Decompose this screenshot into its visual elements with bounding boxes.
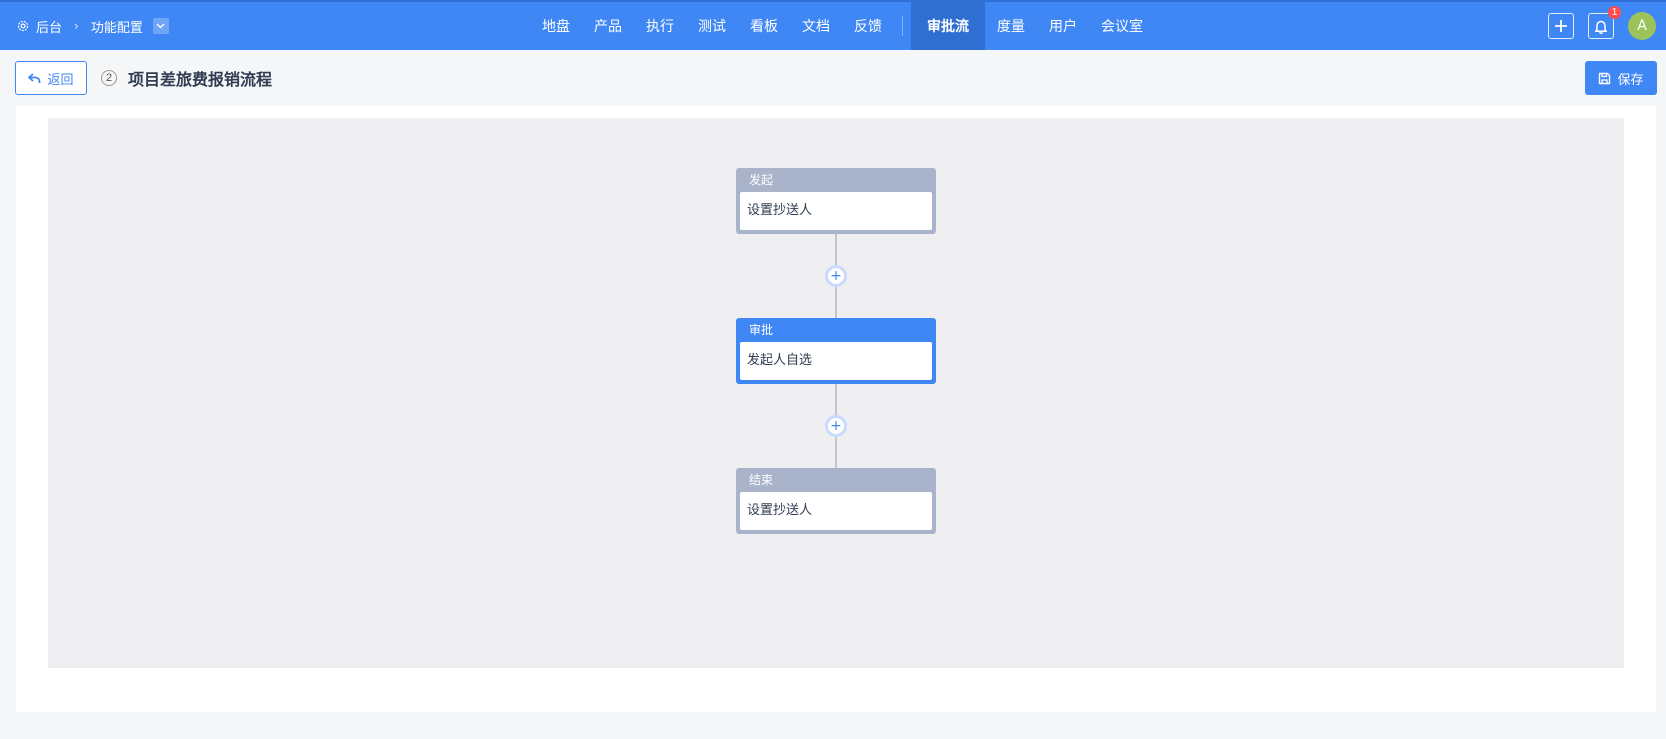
top-navbar: 后台 › 功能配置 地盘 产品 执行 测试 看板 文档 反馈 审批流 度量 用户… xyxy=(0,0,1666,50)
bell-icon xyxy=(1594,20,1608,34)
notification-button[interactable]: 1 xyxy=(1588,6,1621,39)
nav-item-approval-flow[interactable]: 审批流 xyxy=(911,2,985,50)
add-node-button[interactable]: + xyxy=(825,415,847,437)
flow-node-approval[interactable]: 审批 发起人自选 xyxy=(736,318,936,384)
chevron-down-icon[interactable] xyxy=(152,18,169,34)
save-button[interactable]: 保存 xyxy=(1585,61,1657,95)
undo-arrow-icon xyxy=(28,72,41,83)
approval-flow: 发起 设置抄送人 + 审批 发起人自选 + 结束 设置抄送人 xyxy=(736,168,936,536)
node-content: 发起人自选 xyxy=(740,342,932,380)
page-title: 项目差旅费报销流程 xyxy=(128,70,273,89)
notification-badge: 1 xyxy=(1608,6,1621,19)
add-node-button[interactable]: + xyxy=(825,265,847,287)
nav-item-docs[interactable]: 文档 xyxy=(790,2,842,50)
breadcrumb-root[interactable]: 后台 xyxy=(36,17,62,36)
breadcrumb-current[interactable]: 功能配置 xyxy=(91,17,143,36)
plus-icon xyxy=(1555,20,1567,32)
nav-item-dashboard[interactable]: 地盘 xyxy=(530,2,582,50)
nav-item-metrics[interactable]: 度量 xyxy=(985,2,1037,50)
breadcrumb: 后台 › 功能配置 xyxy=(16,2,169,50)
back-label: 返回 xyxy=(47,72,74,88)
gear-icon xyxy=(17,20,29,32)
flow-node-start[interactable]: 发起 设置抄送人 xyxy=(736,168,936,234)
avatar[interactable]: A xyxy=(1628,12,1656,40)
save-label: 保存 xyxy=(1617,72,1644,88)
nav-item-test[interactable]: 测试 xyxy=(686,2,738,50)
nav-divider xyxy=(902,16,903,36)
save-icon xyxy=(1599,72,1611,84)
chevron-right-icon: › xyxy=(74,19,79,33)
step-number: 2 xyxy=(101,70,117,86)
node-content: 设置抄送人 xyxy=(740,492,932,530)
node-type-label: 发起 xyxy=(749,173,774,187)
nav-item-feedback[interactable]: 反馈 xyxy=(842,2,894,50)
flow-node-end[interactable]: 结束 设置抄送人 xyxy=(736,468,936,534)
nav-item-meeting-room[interactable]: 会议室 xyxy=(1089,2,1155,50)
main-nav: 地盘 产品 执行 测试 看板 文档 反馈 审批流 度量 用户 会议室 xyxy=(530,2,1155,50)
nav-item-execution[interactable]: 执行 xyxy=(634,2,686,50)
create-button[interactable] xyxy=(1548,13,1574,39)
node-type-label: 审批 xyxy=(749,323,774,337)
node-content: 设置抄送人 xyxy=(740,192,932,230)
nav-item-product[interactable]: 产品 xyxy=(582,2,634,50)
node-type-label: 结束 xyxy=(749,473,774,487)
back-button[interactable]: 返回 xyxy=(15,61,87,95)
header-actions: 1 A xyxy=(1548,2,1656,50)
nav-item-users[interactable]: 用户 xyxy=(1037,2,1089,50)
nav-item-kanban[interactable]: 看板 xyxy=(738,2,790,50)
